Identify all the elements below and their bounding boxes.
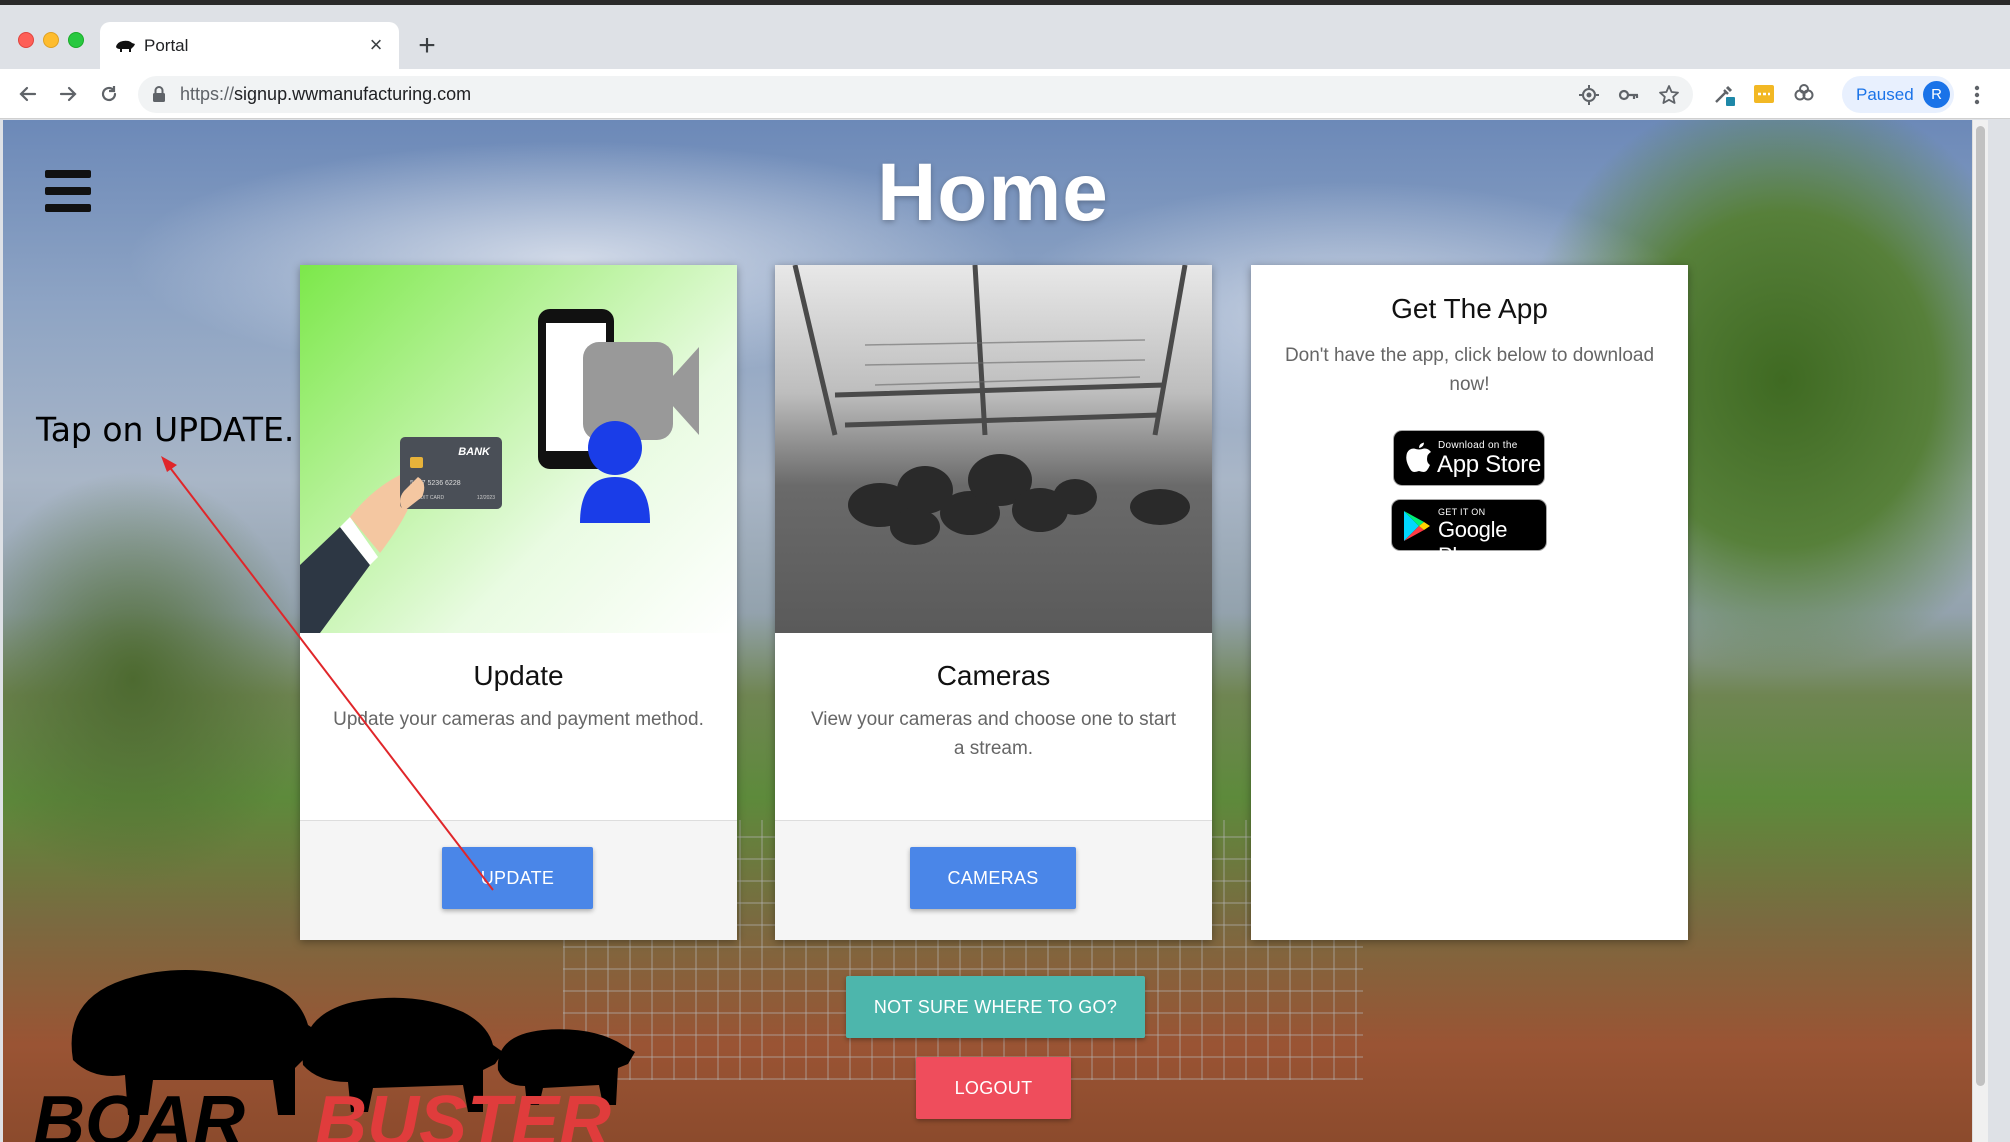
more-vert-icon[interactable]	[1965, 83, 1989, 107]
lock-icon	[153, 86, 165, 102]
cameras-button[interactable]: CAMERAS	[910, 847, 1076, 909]
key-icon[interactable]	[1618, 84, 1640, 106]
app-store-big-text: App Store	[1437, 451, 1542, 478]
url-scheme: https://	[180, 84, 235, 104]
page-scrollbar[interactable]	[1972, 120, 1988, 1142]
page-viewport: Home BANK 5897 5236 6228 CREDIT CARD 12/…	[3, 120, 1988, 1142]
cameras-card-actions: CAMERAS	[775, 820, 1212, 940]
boar-herd	[848, 454, 1190, 545]
scrollbar-thumb[interactable]	[1976, 126, 1985, 1086]
get-app-card: Get The App Don't have the app, click be…	[1251, 265, 1688, 940]
minimize-window-button[interactable]	[43, 32, 59, 48]
cameras-card-photo	[775, 265, 1212, 633]
reload-icon	[101, 86, 117, 102]
eyedropper-extension-icon[interactable]	[1712, 82, 1736, 106]
reload-button[interactable]	[93, 78, 125, 110]
boar-buster-logo: BOAR BUSTER	[33, 970, 635, 1142]
update-card-text: Update your cameras and payment method.	[333, 709, 704, 730]
logo-text-buster: BUSTER	[315, 1082, 611, 1142]
profile-avatar: R	[1923, 81, 1950, 108]
get-app-text: Don't have the app, click below to downl…	[1284, 345, 1655, 395]
star-bookmark-icon[interactable]	[1658, 84, 1680, 106]
update-card: BANK 5897 5236 6228 CREDIT CARD 12/2023 …	[300, 265, 737, 940]
boar-favicon-icon	[116, 40, 135, 52]
google-play-big-text: Google Play	[1438, 517, 1508, 568]
arrow-right-icon	[59, 86, 77, 102]
url-text[interactable]: https://signup.wwmanufacturing.com	[180, 84, 471, 105]
cameras-card: Cameras View your cameras and choose one…	[775, 265, 1212, 940]
apple-icon	[1406, 442, 1431, 472]
card-footer-right: 12/2023	[477, 495, 495, 501]
cameras-card-title: Cameras	[936, 660, 1051, 691]
logout-button[interactable]: LOGOUT	[916, 1057, 1071, 1119]
url-host: signup.wwmanufacturing.com	[234, 84, 472, 104]
page-title: Home	[877, 147, 1109, 238]
chain-extension-icon[interactable]	[1792, 82, 1816, 106]
tab-title: Portal	[144, 36, 189, 55]
address-bar[interactable]: https://signup.wwmanufacturing.com	[138, 76, 1693, 113]
browser-tab-portal[interactable]: Portal ×	[100, 22, 399, 69]
browser-toolbar: https://signup.wwmanufacturing.com Pause…	[0, 69, 2010, 119]
not-sure-where-to-go-button[interactable]: NOT SURE WHERE TO GO?	[846, 976, 1145, 1038]
google-play-badge[interactable]: GET IT ON Google Play	[1391, 499, 1547, 568]
close-window-button[interactable]	[18, 32, 34, 48]
get-app-title: Get The App	[1391, 293, 1548, 324]
arrow-left-icon	[19, 86, 37, 102]
browser-window: Portal × + https://signup.wwmanufacturin…	[0, 0, 2010, 1142]
update-card-illustration: BANK 5897 5236 6228 CREDIT CARD 12/2023	[300, 265, 737, 633]
tab-close-icon[interactable]: ×	[363, 32, 389, 58]
card-brand: BANK	[458, 446, 491, 458]
maximize-window-button[interactable]	[68, 32, 84, 48]
tab-strip: Portal × +	[0, 10, 2010, 69]
google-play-icon	[1404, 511, 1430, 541]
forward-button[interactable]	[52, 78, 84, 110]
update-card-actions: UPDATE	[300, 820, 737, 940]
profile-paused-button[interactable]: Paused R	[1842, 76, 1954, 113]
location-icon[interactable]	[1578, 84, 1600, 106]
notes-extension-icon[interactable]	[1752, 82, 1776, 106]
back-button[interactable]	[12, 78, 44, 110]
google-play-small-text: GET IT ON	[1438, 507, 1486, 517]
logo-text-boar: BOAR	[33, 1082, 245, 1142]
app-store-badge[interactable]: Download on the App Store	[1393, 430, 1545, 486]
profile-status: Paused	[1856, 85, 1914, 104]
cameras-card-text: View your cameras and choose one to star…	[810, 709, 1177, 759]
app-store-small-text: Download on the	[1438, 440, 1518, 451]
update-card-title: Update	[473, 660, 564, 691]
update-button[interactable]: UPDATE	[442, 847, 593, 909]
new-tab-button[interactable]: +	[412, 30, 442, 62]
tutorial-annotation: Tap on UPDATE.	[36, 410, 295, 449]
